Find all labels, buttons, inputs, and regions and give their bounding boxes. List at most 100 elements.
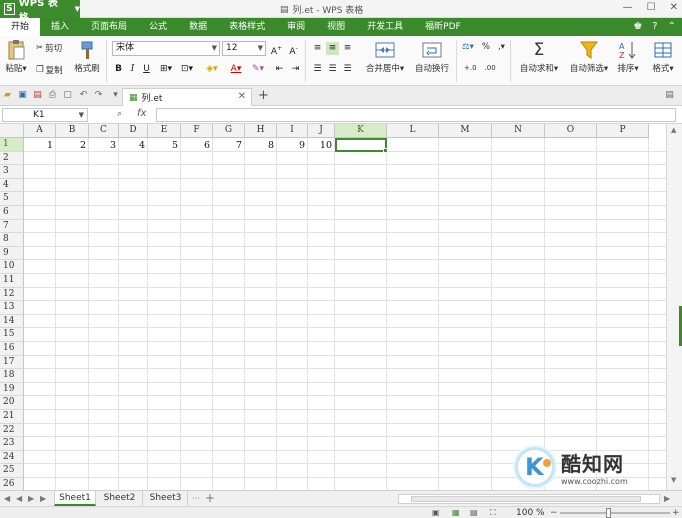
fill-color-icon[interactable]: ◈▾ (202, 63, 222, 76)
scroll-right-icon[interactable]: ▶ (664, 494, 670, 503)
column-header-c[interactable]: C (89, 124, 119, 138)
cell-e1[interactable]: 5 (148, 139, 181, 152)
align-top-icon[interactable]: ≡ (311, 42, 324, 55)
document-tab[interactable]: ▦ 列.et ✕ (122, 88, 252, 106)
row-header-10[interactable]: 10 (0, 260, 24, 274)
align-middle-icon[interactable]: ≡ (326, 42, 339, 55)
tab-insert[interactable]: 插入 (40, 18, 80, 36)
skin-icon[interactable]: ♚ (633, 21, 642, 32)
cell-d1[interactable]: 4 (119, 139, 148, 152)
zoom-out-icon[interactable]: − (550, 507, 558, 518)
column-header-n[interactable]: N (492, 124, 545, 138)
number-format-button[interactable]: ⚖▾ % ,▾ (462, 42, 505, 52)
row-header-6[interactable]: 6 (0, 206, 24, 220)
more-sheets-icon[interactable]: ··· (192, 494, 200, 503)
undo-icon[interactable]: ↶ (78, 90, 89, 101)
prev-sheet-icon[interactable]: ◀ (16, 494, 22, 503)
row-header-25[interactable]: 25 (0, 464, 24, 478)
font-name-select[interactable]: 宋体 ▼ (112, 41, 220, 56)
tab-foxit-pdf[interactable]: 福昕PDF (414, 18, 472, 36)
tab-formulas[interactable]: 公式 (138, 18, 178, 36)
auto-sum-button[interactable]: Σ 自动求和▾ (515, 40, 563, 74)
tab-review[interactable]: 审阅 (276, 18, 316, 36)
cell-h1[interactable]: 8 (245, 139, 277, 152)
normal-view-icon[interactable]: ▣ (432, 507, 440, 518)
row-header-2[interactable]: 2 (0, 151, 24, 166)
column-header-e[interactable]: E (148, 124, 181, 138)
horizontal-scrollbar[interactable] (398, 494, 660, 504)
collapse-ribbon-icon[interactable]: ⌃ (668, 21, 676, 32)
row-header-23[interactable]: 23 (0, 437, 24, 451)
align-left-icon[interactable]: ☰ (311, 63, 324, 76)
active-cell[interactable] (335, 138, 387, 152)
redo-icon[interactable]: ↷ (93, 90, 104, 101)
row-header-14[interactable]: 14 (0, 314, 24, 329)
row-header-26[interactable]: 26 (0, 478, 24, 490)
column-header-a[interactable]: A (24, 124, 56, 138)
column-header-g[interactable]: G (213, 124, 245, 138)
column-header-j[interactable]: J (308, 124, 335, 138)
app-menu-button[interactable]: S WPS 表格 ▼ (0, 0, 80, 24)
minimize-button[interactable]: — (623, 2, 633, 13)
tab-list-icon[interactable]: ▤ (664, 90, 675, 101)
select-all-corner[interactable] (0, 124, 24, 138)
decrease-decimal-icon[interactable]: .00 (485, 64, 496, 72)
align-bottom-icon[interactable]: ≡ (341, 42, 354, 55)
print-preview-icon[interactable]: ▢ (62, 90, 73, 101)
font-color-icon[interactable]: A▾ (226, 63, 246, 76)
row-header-17[interactable]: 17 (0, 355, 24, 370)
zoom-level[interactable]: 100 % (516, 507, 545, 518)
column-header-h[interactable]: H (245, 124, 277, 138)
row-header-4[interactable]: 4 (0, 178, 24, 193)
column-header-i[interactable]: I (277, 124, 308, 138)
row-header-11[interactable]: 11 (0, 274, 24, 288)
wrap-text-button[interactable]: 自动换行 (412, 40, 452, 74)
row-header-3[interactable]: 3 (0, 165, 24, 179)
cell-b1[interactable]: 2 (56, 139, 89, 152)
export-pdf-icon[interactable]: ▤ (32, 90, 43, 101)
paste-button[interactable]: 粘贴▾ (3, 40, 29, 74)
copy-button[interactable]: ❐ 复制 (36, 64, 63, 76)
column-header-l[interactable]: L (387, 124, 439, 138)
align-center-icon[interactable]: ☰ (326, 63, 339, 76)
bold-icon[interactable]: B (112, 63, 125, 76)
sheet-tab-sheet2[interactable]: Sheet2 (97, 491, 143, 506)
cell-g1[interactable]: 7 (213, 139, 245, 152)
name-box[interactable]: K1 ▼ (2, 108, 88, 122)
align-right-icon[interactable]: ☰ (341, 63, 354, 76)
cell-j1[interactable]: 10 (308, 139, 335, 152)
row-header-21[interactable]: 21 (0, 410, 24, 424)
spreadsheet-grid[interactable]: ABCDEFGHIJKLMNOP 1 2 3 4 5 6 7 8 9 10 11 12 13 14 15 16… (0, 124, 666, 490)
column-header-d[interactable]: D (119, 124, 148, 138)
format-painter-button[interactable]: 格式刷 (72, 40, 102, 74)
maximize-button[interactable]: ☐ (647, 2, 656, 13)
underline-icon[interactable]: U (140, 63, 153, 76)
page-break-view-icon[interactable]: ▤ (470, 507, 478, 518)
row-header-20[interactable]: 20 (0, 396, 24, 410)
save-icon[interactable]: ▣ (17, 90, 28, 101)
row-header-13[interactable]: 13 (0, 301, 24, 315)
cell-i1[interactable]: 9 (277, 139, 308, 152)
row-header-24[interactable]: 24 (0, 450, 24, 465)
row-header-7[interactable]: 7 (0, 219, 24, 234)
tab-home[interactable]: 开始 (0, 18, 41, 36)
auto-filter-button[interactable]: 自动筛选▾ (565, 40, 613, 74)
close-button[interactable]: ✕ (670, 2, 678, 13)
insert-function-button[interactable]: fx (137, 108, 146, 119)
decrease-font-icon[interactable]: A- (287, 42, 300, 57)
next-sheet-icon[interactable]: ▶ (28, 494, 34, 503)
column-header-k[interactable]: K (335, 124, 387, 138)
clear-format-icon[interactable]: ✎▾ (249, 63, 267, 76)
fill-handle[interactable] (383, 148, 388, 153)
open-folder-icon[interactable]: ▰ (2, 90, 13, 101)
row-header-19[interactable]: 19 (0, 382, 24, 397)
formula-input[interactable] (156, 108, 676, 122)
row-header-22[interactable]: 22 (0, 423, 24, 438)
tab-data[interactable]: 数据 (178, 18, 218, 36)
customize-toolbar-icon[interactable]: ▾ (110, 90, 121, 101)
row-header-16[interactable]: 16 (0, 342, 24, 356)
indent-decrease-icon[interactable]: ⇤ (273, 63, 286, 76)
scroll-up-icon[interactable]: ▲ (671, 126, 676, 134)
vertical-scrollbar[interactable]: ▲ ▼ (666, 124, 682, 490)
italic-icon[interactable]: I (126, 63, 139, 76)
